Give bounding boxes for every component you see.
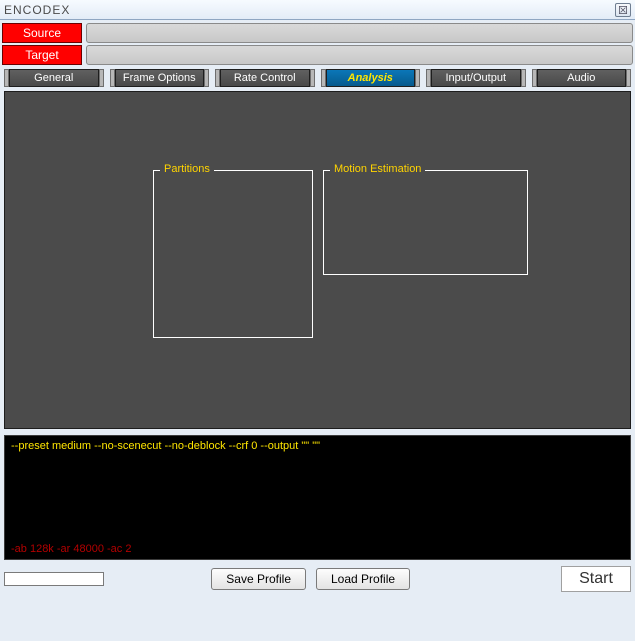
tab-rate-control[interactable]: Rate Control <box>215 69 315 87</box>
save-profile-button[interactable]: Save Profile <box>211 568 306 590</box>
titlebar: ENCODEX <box>0 0 635 20</box>
tab-bar: General Frame Options Rate Control Analy… <box>4 69 631 87</box>
partitions-group: Partitions <box>153 170 313 338</box>
target-button[interactable]: Target <box>2 45 82 65</box>
close-icon <box>619 6 627 14</box>
window-close-button[interactable] <box>615 3 631 17</box>
window-title: ENCODEX <box>4 3 70 17</box>
progress-bar <box>4 572 104 586</box>
source-button[interactable]: Source <box>2 23 82 43</box>
partitions-legend: Partitions <box>160 163 214 175</box>
analysis-panel: Partitions Motion Estimation <box>4 91 631 429</box>
bottom-bar: Save Profile Load Profile Start <box>4 564 631 594</box>
source-path-display <box>86 23 633 43</box>
tab-general[interactable]: General <box>4 69 104 87</box>
start-button[interactable]: Start <box>561 566 631 592</box>
motion-estimation-legend: Motion Estimation <box>330 163 425 175</box>
source-row: Source <box>2 23 633 43</box>
load-profile-button[interactable]: Load Profile <box>316 568 410 590</box>
target-path-display <box>86 45 633 65</box>
tab-frame-options[interactable]: Frame Options <box>110 69 210 87</box>
tab-analysis[interactable]: Analysis <box>321 69 421 87</box>
motion-estimation-group: Motion Estimation <box>323 170 528 275</box>
audio-command-line: -ab 128k -ar 48000 -ac 2 <box>11 543 131 555</box>
video-command-line: --preset medium --no-scenecut --no-deblo… <box>11 440 624 452</box>
tab-audio[interactable]: Audio <box>532 69 632 87</box>
tab-input-output[interactable]: Input/Output <box>426 69 526 87</box>
command-preview: --preset medium --no-scenecut --no-deblo… <box>4 435 631 560</box>
target-row: Target <box>2 45 633 65</box>
